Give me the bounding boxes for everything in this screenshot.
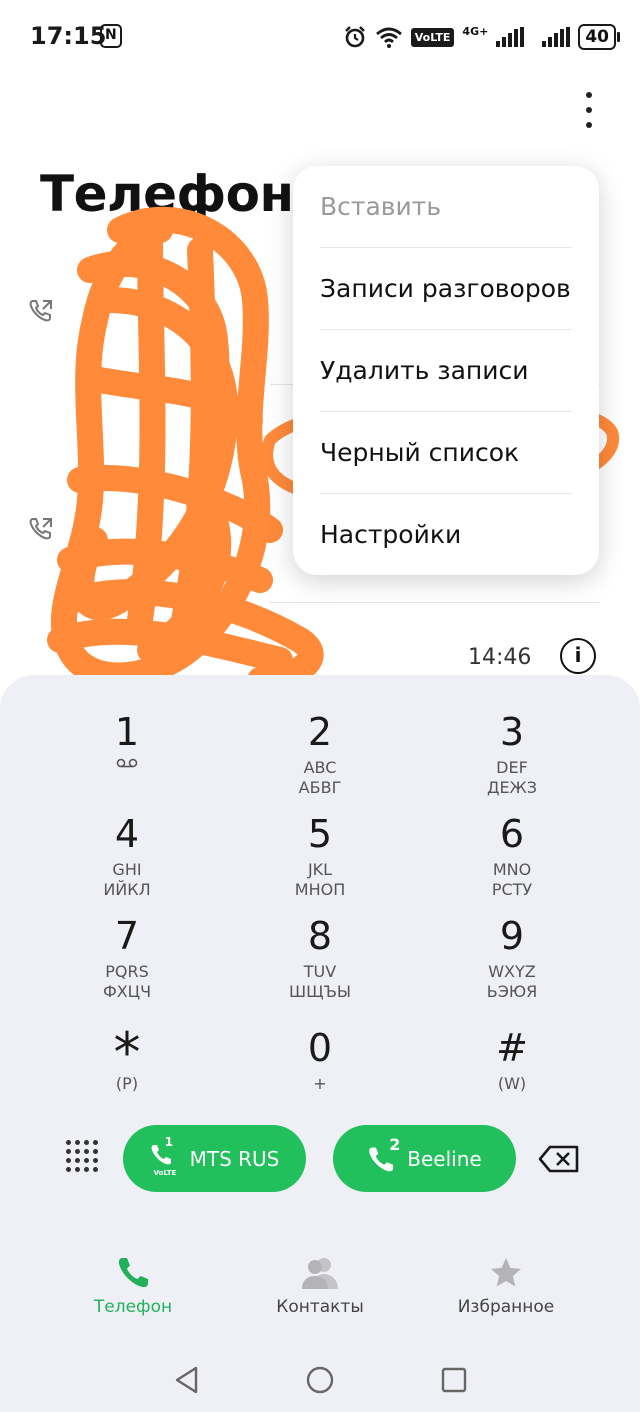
key-digit: 7 [114, 914, 140, 958]
key-digit: 6 [499, 812, 525, 856]
status-time: 17:15 [30, 22, 107, 50]
page-title: Телефон [40, 165, 294, 223]
key-letters: ДЕЖЗ [486, 778, 538, 797]
dialpad-key-7[interactable]: 7 PQRS ФХЦЧ [37, 916, 217, 1002]
signal-sim1-icon [496, 27, 525, 47]
outgoing-call-icon [28, 298, 54, 328]
overflow-menu: Вставить Записи разговоров Удалить запис… [293, 166, 599, 575]
dialpad-key-star[interactable]: * (P) [37, 1021, 217, 1094]
nav-phone[interactable]: Телефон [53, 1255, 213, 1317]
dialpad-key-5[interactable]: 5 JKL МНОП [230, 814, 410, 900]
key-letters: АБВГ [298, 778, 342, 797]
key-digit: * [113, 1021, 141, 1084]
sim1-slot: 1 [164, 1134, 173, 1149]
call-sim2-button[interactable]: 2 Beeline [333, 1125, 516, 1192]
more-vertical-icon[interactable] [572, 92, 606, 132]
signal-sim2-icon [542, 27, 571, 47]
key-digit: # [496, 1026, 528, 1070]
nav-favorites-label: Избранное [457, 1297, 555, 1317]
nav-contacts[interactable]: Контакты [240, 1255, 400, 1317]
key-letters: РСТУ [491, 880, 533, 899]
menu-item-paste[interactable]: Вставить [320, 166, 572, 248]
key-digit: 2 [307, 710, 333, 754]
key-letters: ABC [303, 758, 337, 777]
dialpad-key-3[interactable]: 3 DEF ДЕЖЗ [422, 712, 602, 798]
key-letters: JKL [307, 860, 333, 879]
key-letters: TUV [303, 962, 337, 981]
key-letters: ИЙКЛ [103, 880, 151, 899]
nfc-label: N [105, 27, 117, 43]
status-bar: 17:15 N VoLTE 4G+ 40 [0, 0, 640, 76]
phone-icon [118, 1258, 148, 1288]
alarm-icon [344, 26, 365, 48]
key-letters: + [313, 1074, 327, 1093]
outgoing-call-icon [28, 516, 54, 546]
key-letters: MNO [492, 860, 532, 879]
nav-phone-label: Телефон [93, 1297, 173, 1317]
dialpad-key-4[interactable]: 4 GHI ИЙКЛ [37, 814, 217, 900]
dialpad-key-8[interactable]: 8 TUV ШЩЪЫ [230, 916, 410, 1002]
voicemail-icon [116, 758, 138, 768]
dialpad-key-6[interactable]: 6 MNO РСТУ [422, 814, 602, 900]
info-icon[interactable]: i [560, 638, 596, 674]
key-digit: 8 [307, 914, 333, 958]
home-nav-icon[interactable] [305, 1365, 335, 1395]
dialpad-key-hash[interactable]: # (W) [422, 1028, 602, 1094]
battery-icon: 40 [578, 24, 620, 50]
phone-icon: 1 VoLTE [150, 1135, 180, 1179]
recents-nav-icon[interactable] [439, 1365, 469, 1395]
menu-item-settings[interactable]: Настройки [320, 494, 572, 576]
sim1-volte-tag: VoLTE [153, 1168, 177, 1177]
key-letters: МНОП [294, 880, 346, 899]
sim2-label: Beeline [407, 1146, 482, 1171]
key-letters: PQRS [105, 962, 149, 981]
call-sim1-button[interactable]: 1 VoLTE MTS RUS [123, 1125, 306, 1192]
back-nav-icon[interactable] [172, 1365, 202, 1395]
nav-favorites[interactable]: Избранное [426, 1255, 586, 1317]
key-letters: WXYZ [488, 962, 536, 981]
nav-contacts-label: Контакты [276, 1297, 364, 1317]
dialpad-key-1[interactable]: 1 [37, 712, 217, 772]
dialpad-key-9[interactable]: 9 WXYZ ЬЭЮЯ [422, 916, 602, 1002]
status-icons: VoLTE 4G+ 40 [343, 22, 620, 52]
call-time: 14:46 [468, 645, 532, 670]
network-type: 4G+ [462, 24, 489, 38]
key-letters: ЬЭЮЯ [486, 982, 538, 1001]
key-letters: ФХЦЧ [102, 982, 152, 1001]
dialpad-grid-icon[interactable] [66, 1140, 98, 1176]
key-digit: 9 [499, 914, 525, 958]
star-icon [491, 1258, 521, 1287]
contacts-icon [302, 1258, 338, 1289]
key-letters: (P) [115, 1074, 139, 1093]
sim2-slot: 2 [389, 1134, 401, 1154]
menu-item-blacklist[interactable]: Черный список [320, 412, 572, 494]
key-letters: (W) [497, 1074, 527, 1093]
key-digit: 5 [307, 812, 333, 856]
key-letters: DEF [496, 758, 528, 777]
key-digit: 3 [499, 710, 525, 754]
key-digit: 0 [307, 1026, 333, 1070]
nfc-icon: N [100, 24, 122, 48]
key-letters: ШЩЪЫ [288, 982, 352, 1001]
backspace-icon[interactable] [538, 1145, 580, 1173]
key-letters: GHI [112, 860, 142, 879]
volte-badge: VoLTE [410, 27, 455, 47]
key-digit: 4 [114, 812, 140, 856]
menu-item-call-recordings[interactable]: Записи разговоров [320, 248, 572, 330]
list-divider [270, 602, 600, 603]
menu-item-delete-records[interactable]: Удалить записи [320, 330, 572, 412]
phone-icon: 2 [367, 1135, 400, 1179]
key-digit: 1 [114, 710, 140, 754]
sim1-label: MTS RUS [189, 1146, 280, 1171]
wifi-icon [375, 27, 402, 48]
dialpad-key-2[interactable]: 2 ABC АБВГ [230, 712, 410, 798]
dialpad-key-0[interactable]: 0 + [230, 1028, 410, 1094]
